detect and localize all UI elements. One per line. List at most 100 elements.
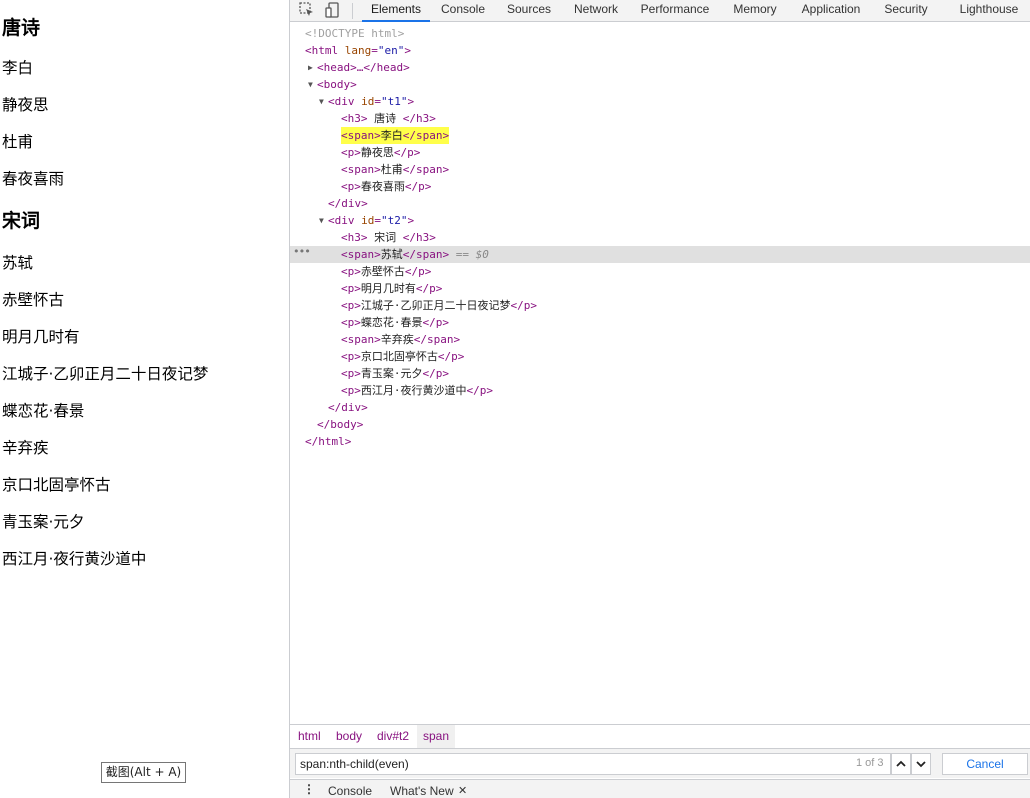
dom-node-span-libai[interactable]: <span>李白</span> [290, 127, 1030, 144]
drawer-menu-icon[interactable]: ⋮ [303, 782, 315, 796]
p-node-text: <p>京口北固亭怀古</p> [341, 348, 464, 365]
tag-name: <p> [341, 384, 361, 397]
dom-node-doctype[interactable]: <!DOCTYPE html> [290, 25, 1030, 42]
dom-node-html[interactable]: <html lang="en"> [290, 42, 1030, 59]
node-text: 苏轼 [380, 248, 403, 261]
more-options-icon[interactable]: ••• [293, 243, 311, 260]
search-input[interactable] [295, 753, 891, 775]
tag-name: </p> [415, 282, 443, 295]
tag-name: <span> [341, 163, 381, 176]
tab-memory[interactable]: Memory [730, 0, 780, 22]
dom-node-p[interactable]: <p>青玉案·元夕</p> [290, 365, 1030, 382]
tab-performance[interactable]: Performance [638, 0, 712, 22]
tag-name: </span> [402, 248, 450, 261]
dom-node-h3-song[interactable]: <h3> 宋词 </h3> [290, 229, 1030, 246]
dom-node-div-close[interactable]: </div> [290, 195, 1030, 212]
t1-item-1: 李白 [2, 59, 34, 77]
drawer-tab-whats-new[interactable]: What's New [390, 784, 454, 798]
collapse-triangle-icon[interactable]: ▼ [319, 212, 328, 229]
dom-node-head[interactable]: ▶ <head>…</head> [290, 59, 1030, 76]
node-text: 杜甫 [380, 163, 403, 176]
tab-lighthouse[interactable]: Lighthouse [958, 0, 1020, 22]
node-text: 静夜思 [360, 146, 394, 159]
node-text: 春夜喜雨 [360, 180, 405, 193]
dom-node-p[interactable]: <p>明月几时有</p> [290, 280, 1030, 297]
tag-name: <span> [341, 248, 381, 261]
tab-network[interactable]: Network [570, 0, 622, 22]
node-text: 蝶恋花·春景 [360, 316, 423, 329]
breadcrumb-html[interactable]: html [292, 725, 327, 748]
t1-item-2: 静夜思 [2, 96, 49, 114]
p-node-text: <p>西江月·夜行黄沙道中</p> [341, 382, 493, 399]
previous-match-button[interactable] [891, 753, 911, 775]
p-node-text: <p>蝶恋花·春景</p> [341, 314, 449, 331]
div-t2-open-tag: <div id="t2"> [328, 214, 415, 227]
tag-name: <div [328, 95, 355, 108]
html-close-tag: </html> [305, 435, 352, 448]
elements-search-bar: 1 of 3 Cancel [290, 748, 1030, 778]
dom-node-p[interactable]: <p>京口北固亭怀古</p> [290, 348, 1030, 365]
attr-value: "t2" [381, 214, 408, 227]
chevron-down-icon [916, 761, 926, 768]
body-close-tag: </body> [317, 418, 364, 431]
collapse-triangle-icon[interactable]: ▼ [319, 93, 328, 110]
breadcrumb-span[interactable]: span [417, 725, 456, 748]
dom-node-p[interactable]: <p>江城子·乙卯正月二十日夜记梦</p> [290, 297, 1030, 314]
dom-node-body[interactable]: ▼ <body> [290, 76, 1030, 93]
dom-node-span-sushi-selected[interactable]: ••• <span>苏轼</span> == $0 [290, 243, 1030, 263]
close-icon[interactable]: ✕ [458, 784, 467, 797]
tab-security[interactable]: Security [882, 0, 930, 22]
node-text: 赤壁怀古 [360, 265, 405, 278]
node-text: 西江月·夜行黄沙道中 [360, 384, 467, 397]
dom-node-p[interactable]: <p>春夜喜雨</p> [290, 178, 1030, 195]
tab-console[interactable]: Console [438, 0, 488, 22]
tab-elements[interactable]: Elements [362, 0, 430, 22]
tag-name: </h3> [402, 112, 436, 125]
t2-item-7: 京口北固亭怀古 [2, 476, 111, 494]
dom-node-html-close[interactable]: </html> [290, 433, 1030, 450]
node-text: 京口北固亭怀古 [360, 350, 438, 363]
cancel-button[interactable]: Cancel [942, 753, 1028, 775]
breadcrumb-body[interactable]: body [330, 725, 368, 748]
dom-node-div-t1[interactable]: ▼ <div id="t1"> [290, 93, 1030, 110]
drawer-tab-console[interactable]: Console [328, 784, 372, 798]
attr-name: id [361, 214, 375, 227]
inspect-element-icon[interactable] [298, 1, 316, 19]
dom-node-h3-tang[interactable]: <h3> 唐诗 </h3> [290, 110, 1030, 127]
dom-node-body-close[interactable]: </body> [290, 416, 1030, 433]
attr-name: lang [344, 44, 372, 57]
span-node-text: <span>苏轼</span> == $0 [341, 246, 489, 263]
attr-name: id [361, 95, 375, 108]
p-node-text: <p>青玉案·元夕</p> [341, 365, 449, 382]
match-count: 1 of 3 [856, 757, 884, 769]
tag-name: <p> [341, 299, 361, 312]
dom-node-span-dufu[interactable]: <span>杜甫</span> [290, 161, 1030, 178]
tab-application[interactable]: Application [798, 0, 864, 22]
dom-node-span-xinqiji[interactable]: <span>辛弃疾</span> [290, 331, 1030, 348]
tag-name: </p> [437, 350, 465, 363]
selected-node-marker: == $0 [455, 248, 489, 261]
breadcrumb-div-t2[interactable]: div#t2 [371, 725, 415, 748]
dom-node-p[interactable]: <p>蝶恋花·春景</p> [290, 314, 1030, 331]
span-node-text: <span>辛弃疾</span> [341, 331, 460, 348]
node-text: 江城子·乙卯正月二十日夜记梦 [360, 299, 511, 312]
tag-name: <span> [341, 333, 381, 346]
breadcrumb: html body div#t2 span [290, 724, 1030, 748]
dom-node-p[interactable]: <p>西江月·夜行黄沙道中</p> [290, 382, 1030, 399]
search-match-highlight: <span>李白</span> [341, 127, 450, 144]
device-toolbar-icon[interactable] [324, 1, 342, 19]
dom-node-p[interactable]: <p>静夜思</p> [290, 144, 1030, 161]
t2-item-3: 明月几时有 [2, 328, 80, 346]
dom-node-p[interactable]: <p>赤壁怀古</p> [290, 263, 1030, 280]
expand-triangle-icon[interactable]: ▶ [308, 59, 317, 76]
dom-node-div-close[interactable]: </div> [290, 399, 1030, 416]
node-text: 李白 [380, 129, 403, 142]
dom-node-div-t2[interactable]: ▼ <div id="t2"> [290, 212, 1030, 229]
t2-item-6: 辛弃疾 [2, 439, 49, 457]
tab-sources[interactable]: Sources [505, 0, 553, 22]
doctype-text: <!DOCTYPE html> [305, 27, 405, 40]
div-t1-open-tag: <div id="t1"> [328, 95, 415, 108]
collapse-triangle-icon[interactable]: ▼ [308, 76, 317, 93]
heading-song-ci: 宋词 [2, 210, 41, 232]
next-match-button[interactable] [911, 753, 931, 775]
